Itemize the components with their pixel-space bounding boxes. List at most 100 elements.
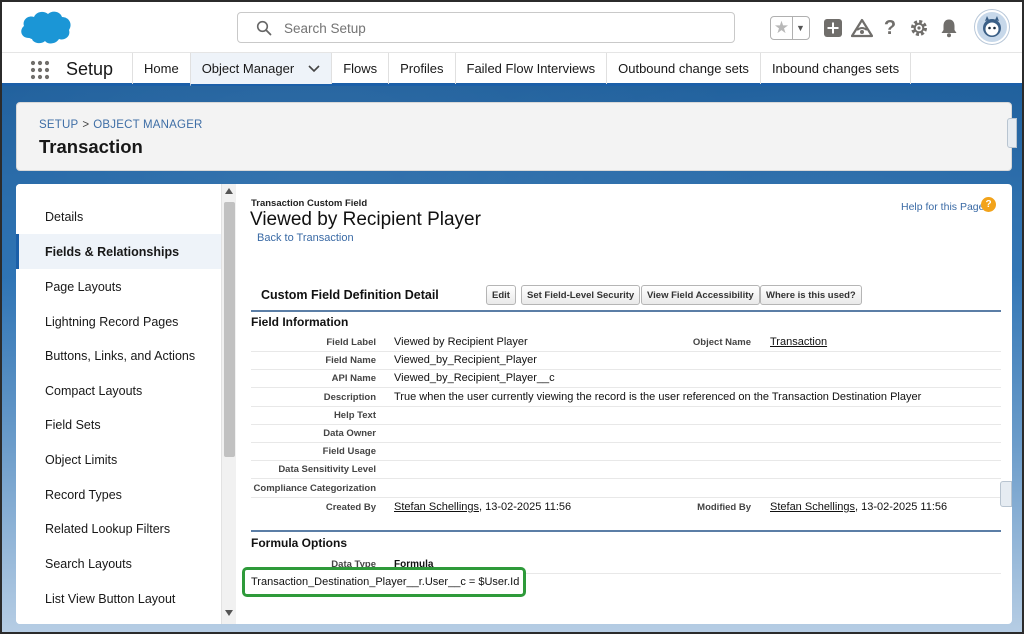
edit-button[interactable]: Edit <box>486 285 516 305</box>
scroll-thumb[interactable] <box>224 202 235 457</box>
field-row-label: Field Label Viewed by Recipient Player O… <box>251 334 1001 352</box>
tab-object-manager[interactable]: Object Manager <box>189 53 332 87</box>
sidebar-item-label: List View Button Layout <box>45 591 176 606</box>
sidebar-item-lightning-record-pages[interactable]: Lightning Record Pages <box>16 304 221 339</box>
notifications-button[interactable] <box>938 13 960 43</box>
settings-button[interactable] <box>908 13 930 43</box>
row-label: Compliance Categorization <box>253 483 376 494</box>
field-information-heading: Field Information <box>251 315 349 329</box>
side-panel-toggle[interactable] <box>1007 118 1017 148</box>
global-actions-button[interactable] <box>822 13 844 43</box>
formula-section-divider <box>251 530 1001 532</box>
row-label: Help Text <box>333 410 376 421</box>
sidebar-item-label: Compact Layouts <box>45 383 143 398</box>
custom-field-detail-header: Custom Field Definition Detail Edit Set … <box>251 280 1001 312</box>
help-question-icon[interactable]: ? <box>981 197 996 212</box>
field-row-data-owner: Data Owner <box>251 425 1001 443</box>
modified-by-label: Modified By <box>697 502 751 513</box>
global-header: ★ ▼ ? <box>2 2 1022 52</box>
sidebar-item-record-types[interactable]: Record Types <box>16 477 221 512</box>
sidebar-item-search-layouts[interactable]: Search Layouts <box>16 546 221 581</box>
sidebar-item-label: Fields & Relationships <box>45 244 180 259</box>
favorites-button[interactable]: ★ ▼ <box>770 16 810 40</box>
object-name-link[interactable]: Transaction <box>770 336 827 348</box>
help-icon[interactable]: ? <box>880 13 900 43</box>
breadcrumb-separator: > <box>82 119 90 131</box>
set-field-level-security-button[interactable]: Set Field-Level Security <box>521 285 641 305</box>
search-input[interactable] <box>284 18 714 38</box>
favorites-star-icon[interactable]: ★ <box>772 17 792 39</box>
page-header: SETUP > OBJECT MANAGER Transaction <box>16 102 1012 171</box>
notifications-bell-icon <box>941 19 957 38</box>
sidebar-item-field-sets[interactable]: Field Sets <box>16 407 221 442</box>
scroll-down-icon[interactable] <box>225 610 233 616</box>
content-panel-toggle[interactable] <box>1000 481 1012 507</box>
created-by-label: Created By <box>325 502 376 513</box>
help-for-page-link[interactable]: Help for this Page <box>901 201 984 213</box>
sidebar-item-label: Details <box>45 209 84 224</box>
tab-flows[interactable]: Flows <box>331 53 388 84</box>
breadcrumb-setup[interactable]: SETUP <box>39 119 78 131</box>
modified-by-value: Stefan Schellings, 13-02-2025 11:56 <box>770 501 947 513</box>
sidebar-scrollbar[interactable] <box>221 184 236 624</box>
favorites-dropdown-icon[interactable]: ▼ <box>791 17 809 39</box>
field-row-help-text: Help Text <box>251 407 1001 425</box>
scroll-up-icon[interactable] <box>225 188 233 194</box>
salesforce-cloud-logo[interactable] <box>17 8 73 46</box>
modified-by-date: , 13-02-2025 11:56 <box>855 501 948 513</box>
sidebar-item-label: Record Types <box>45 487 122 502</box>
field-detail-content: Transaction Custom Field Viewed by Recip… <box>236 184 1012 624</box>
sidebar-item-fields-relationships[interactable]: Fields & Relationships <box>16 234 221 269</box>
tab-label: Object Manager <box>201 61 295 76</box>
sidebar-item-object-limits[interactable]: Object Limits <box>16 442 221 477</box>
tab-label: Failed Flow Interviews <box>466 61 596 76</box>
row-value: Viewed_by_Recipient_Player <box>394 354 537 366</box>
field-type-label: Transaction Custom Field <box>251 198 368 209</box>
app-window: ★ ▼ ? <box>0 0 1024 634</box>
tab-label: Flows <box>343 61 378 76</box>
breadcrumb: SETUP > OBJECT MANAGER <box>39 119 203 131</box>
sidebar-item-buttons-links-actions[interactable]: Buttons, Links, and Actions <box>16 338 221 373</box>
tab-outbound-change-sets[interactable]: Outbound change sets <box>606 53 760 84</box>
field-row-compliance: Compliance Categorization <box>251 480 1001 498</box>
tab-inbound-change-sets[interactable]: Inbound changes sets <box>759 53 912 84</box>
search-box[interactable] <box>237 12 735 43</box>
formula-expression-highlight: Transaction_Destination_Player__r.User__… <box>242 567 526 597</box>
view-field-accessibility-button[interactable]: View Field Accessibility <box>641 285 760 305</box>
breadcrumb-object-manager[interactable]: OBJECT MANAGER <box>93 119 202 131</box>
created-by-value: Stefan Schellings, 13-02-2025 11:56 <box>394 501 571 513</box>
sidebar-item-related-lookup-filters[interactable]: Related Lookup Filters <box>16 511 221 546</box>
trailhead-icon <box>851 18 873 38</box>
sidebar-item-label: Page Layouts <box>45 279 122 294</box>
row-value: True when the user currently viewing the… <box>394 391 922 403</box>
tab-failed-flow-interviews[interactable]: Failed Flow Interviews <box>454 53 607 84</box>
user-avatar-icon[interactable] <box>975 10 1009 44</box>
app-name: Setup <box>66 59 114 79</box>
row-label: Field Usage <box>322 446 376 457</box>
row-label: Data Owner <box>323 428 376 439</box>
modified-by-user-link[interactable]: Stefan Schellings <box>770 501 855 513</box>
row-label: Description <box>323 392 376 403</box>
where-is-this-used-button[interactable]: Where is this used? <box>760 285 862 305</box>
sidebar-item-page-layouts[interactable]: Page Layouts <box>16 269 221 304</box>
field-row-api-name: API Name Viewed_by_Recipient_Player__c <box>251 370 1001 388</box>
settings-gear-icon <box>911 20 927 36</box>
trailhead-button[interactable] <box>850 13 874 43</box>
back-to-transaction-link[interactable]: Back to Transaction <box>257 232 354 244</box>
main-card: Details Fields & Relationships Page Layo… <box>16 184 1012 624</box>
sidebar-item-compact-layouts[interactable]: Compact Layouts <box>16 373 221 408</box>
chevron-down-icon[interactable] <box>308 64 320 73</box>
app-launcher-icon[interactable] <box>30 60 50 80</box>
sidebar-item-label: Related Lookup Filters <box>45 521 171 536</box>
created-by-user-link[interactable]: Stefan Schellings <box>394 501 479 513</box>
tab-profiles[interactable]: Profiles <box>388 53 454 84</box>
sidebar-item-label: Lightning Record Pages <box>45 314 179 329</box>
sidebar-item-details[interactable]: Details <box>16 199 221 234</box>
context-navbar: Setup Home Object Manager Flows Profiles… <box>2 52 1022 87</box>
sidebar-item-list-view-button-layout[interactable]: List View Button Layout <box>16 581 221 616</box>
row-label: Field Name <box>325 355 376 366</box>
field-row-data-sensitivity: Data Sensitivity Level <box>251 461 1001 479</box>
tab-home[interactable]: Home <box>132 53 190 84</box>
row-value: Viewed_by_Recipient_Player__c <box>394 372 555 384</box>
created-by-date: , 13-02-2025 11:56 <box>479 501 572 513</box>
